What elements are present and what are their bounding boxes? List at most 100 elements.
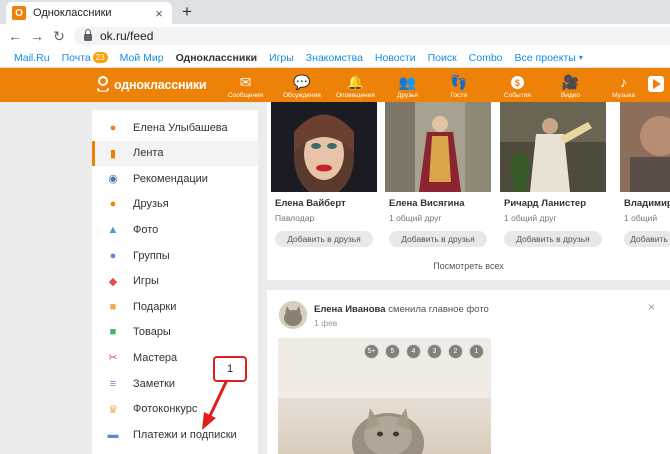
menu-item[interactable]: ▮ Лента [92, 140, 258, 166]
suggestion-card: Елена Висягина 1 общий друг Добавить в д… [385, 102, 491, 247]
rating-buttons: 5+ 5 4 3 2 1 [364, 344, 490, 359]
address-bar[interactable]: ok.ru/feed [74, 27, 670, 45]
menu-item[interactable]: ◉ Рекомендации [92, 166, 258, 191]
wallet-icon: ▬ [107, 428, 119, 441]
new-tab-button[interactable]: + [178, 3, 196, 21]
add-friend-button[interactable]: Добавить [624, 231, 670, 247]
portal-link[interactable]: Combo [469, 52, 503, 64]
header-nav-envelope[interactable]: ✉ Сообщения [228, 68, 263, 102]
rating-button[interactable]: 1 [469, 344, 484, 359]
notes-icon: ≡ [109, 377, 117, 390]
mutual-friends: 1 общий друг [504, 213, 557, 223]
header-nav-footprints[interactable]: 👣 Гости [450, 68, 467, 102]
see-all-link[interactable]: Посмотреть всех [267, 261, 670, 271]
portal-link-label: Мой Мир [119, 51, 164, 64]
header-nav-bell[interactable]: 🔔 Оповещения [336, 68, 375, 102]
menu-item[interactable]: ● Группы [92, 243, 258, 268]
person-photo[interactable] [271, 102, 377, 192]
header-nav-music-note[interactable]: ♪ Музыка [612, 68, 635, 102]
portal-link-label: Игры [269, 51, 294, 64]
menu-item[interactable]: ■ Товары [92, 320, 258, 345]
forward-button[interactable]: → [26, 28, 48, 44]
suggestion-card: Ричард Ланистер 1 общий друг Добавить в … [500, 102, 606, 247]
portal-link[interactable]: Игры [269, 52, 294, 64]
chat-icon: 💬 [293, 74, 311, 90]
person-name[interactable]: Ричард Ланистер [500, 198, 606, 209]
rating-button[interactable]: 2 [448, 344, 463, 359]
post-header: Елена Иванова сменила главное фото [314, 304, 489, 315]
add-friend-button[interactable]: Добавить в друзья [389, 231, 487, 247]
add-friend-button[interactable]: Добавить в друзья [504, 231, 602, 247]
portal-link-label: Почта [61, 51, 91, 64]
header-nav-label: Гости [450, 92, 467, 99]
feed-post: Елена Иванова сменила главное фото 1 фев… [267, 290, 670, 454]
add-friend-button[interactable]: Добавить в друзья [275, 231, 373, 247]
browser-toolbar: ← → ↻ ok.ru/feed [0, 24, 670, 48]
menu-item[interactable]: ▲ Фото [92, 217, 258, 242]
suggestion-card: Елена Вайберт Павлодар Добавить в друзья [271, 102, 377, 247]
menu-item[interactable]: ♛ Фотоконкурс [92, 397, 258, 422]
person-photo[interactable] [500, 102, 606, 192]
close-icon[interactable]: × [648, 300, 655, 314]
groups-icon: ● [109, 249, 117, 262]
header-nav-friends[interactable]: 👥 Друзья [397, 68, 418, 102]
menu-item-label: Группы [133, 249, 170, 262]
rating-button[interactable]: 3 [427, 344, 442, 359]
portal-link[interactable]: Мой Мир [120, 52, 164, 64]
portal-link[interactable]: Новости [375, 52, 416, 64]
post-action: сменила главное фото [388, 304, 489, 315]
ok-logo-text: одноклассники [114, 78, 207, 92]
header-nav-coin[interactable]: $ События [504, 68, 531, 102]
browser-tab[interactable]: О Одноклассники × [6, 2, 172, 24]
menu-item[interactable]: ● Елена Улыбашева [92, 115, 258, 140]
coin-icon: $ [510, 76, 524, 89]
url-text: ok.ru/feed [100, 29, 154, 43]
portal-link-label: Поиск [427, 51, 457, 64]
person-name[interactable]: Владимир [620, 198, 670, 209]
browser-tab-strip: О Одноклассники × + [0, 0, 670, 24]
header-nav-video-camera[interactable]: 🎥 Видео [561, 68, 580, 102]
rating-button[interactable]: 5+ [364, 344, 379, 359]
friends-icon: 👥 [398, 74, 417, 90]
menu-item-label: Платежи и подписки [133, 428, 237, 441]
gamepad-icon: ◆ [108, 275, 118, 288]
menu-item[interactable]: ■ Подарки [92, 294, 258, 319]
mutual-friends: 1 общий [624, 213, 658, 223]
header-nav-label: Обсуждения [283, 92, 321, 99]
close-tab-icon[interactable]: × [152, 6, 166, 21]
post-photo[interactable]: 5+ 5 4 3 2 1 [278, 338, 491, 454]
person-photo[interactable] [385, 102, 491, 192]
tools-icon: ✂ [108, 352, 118, 365]
reload-button[interactable]: ↻ [48, 28, 70, 45]
portal-link[interactable]: Знакомства [306, 52, 363, 64]
ok-logo[interactable]: одноклассники [96, 76, 207, 94]
play-icon[interactable] [648, 76, 664, 92]
post-author-name[interactable]: Елена Иванова [314, 304, 386, 315]
photo-icon: ▲ [107, 223, 119, 236]
back-button[interactable]: ← [4, 28, 26, 44]
portal-link[interactable]: Все проекты ▾ [515, 52, 583, 64]
portal-link-label: Новости [374, 51, 416, 64]
menu-item[interactable]: ● Друзья [92, 192, 258, 217]
post-author-avatar[interactable] [279, 301, 307, 329]
portal-link[interactable]: Почта 23 [62, 52, 108, 64]
header-nav-label: События [504, 92, 531, 99]
person-photo[interactable] [620, 102, 670, 192]
profile-icon: ● [109, 121, 117, 134]
shopping-bag-icon: ■ [109, 326, 117, 339]
unread-count-badge: 23 [92, 52, 108, 63]
menu-item-label: Рекомендации [133, 172, 208, 185]
person-name[interactable]: Елена Висягина [385, 198, 491, 209]
person-name[interactable]: Елена Вайберт [271, 198, 377, 209]
rating-button[interactable]: 5 [385, 344, 400, 359]
portal-link-label: Знакомства [305, 51, 363, 64]
menu-item[interactable]: ◆ Игры [92, 269, 258, 294]
rating-button[interactable]: 4 [406, 344, 421, 359]
portal-link[interactable]: Одноклассники [176, 52, 257, 64]
portal-link[interactable]: Mail.Ru [14, 52, 50, 64]
menu-item[interactable]: ▬ Платежи и подписки [92, 422, 258, 447]
portal-link[interactable]: Поиск [428, 52, 457, 64]
friend-suggestions: Елена Вайберт Павлодар Добавить в друзья… [267, 102, 670, 280]
lock-icon [84, 29, 92, 41]
header-nav-chat[interactable]: 💬 Обсуждения [283, 68, 321, 102]
